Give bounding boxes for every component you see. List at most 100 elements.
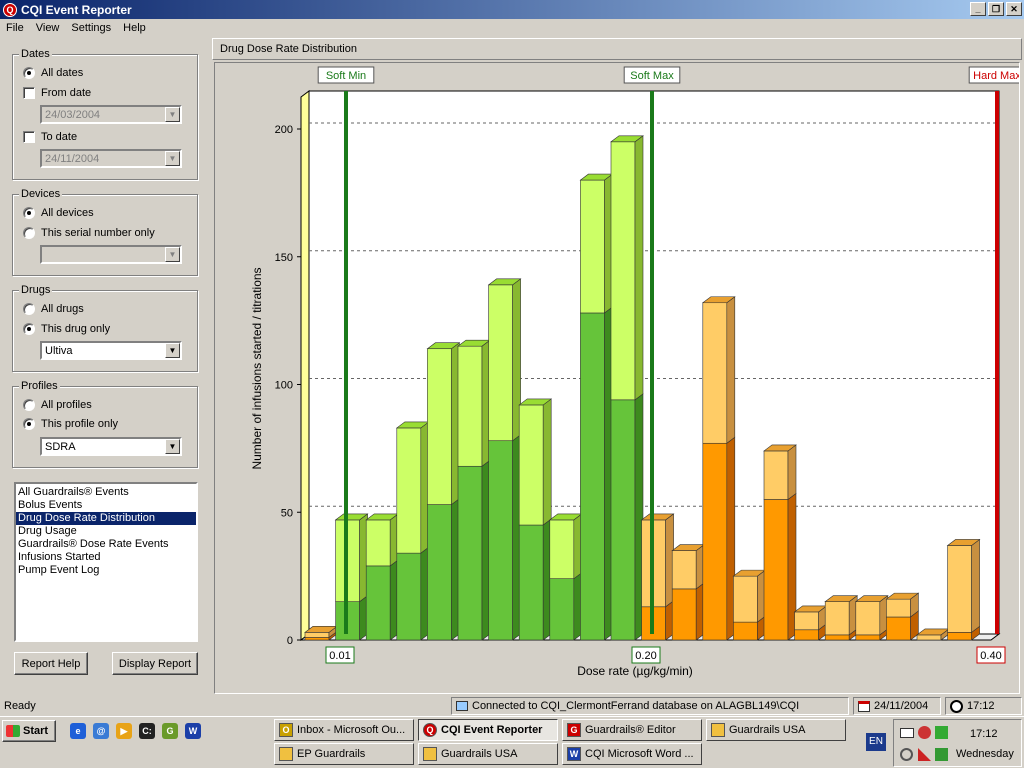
bar-titrations xyxy=(794,611,819,631)
minimize-button[interactable]: _ xyxy=(970,2,986,16)
serial-select[interactable]: ▼ xyxy=(40,245,182,264)
chart-side-wall xyxy=(300,90,310,641)
limit-value: 0.40 xyxy=(980,650,1001,662)
this-drug-option[interactable]: This drug only xyxy=(23,323,110,335)
chevron-down-icon[interactable]: ▼ xyxy=(165,151,180,166)
list-item[interactable]: Drug Dose Rate Distribution xyxy=(16,512,196,525)
status-ready: Ready xyxy=(0,697,450,715)
this-drug-radio[interactable] xyxy=(23,323,35,335)
this-profile-radio[interactable] xyxy=(23,418,35,430)
security-icon[interactable] xyxy=(935,748,948,761)
task-guardrails-editor[interactable]: G Guardrails® Editor xyxy=(562,719,702,741)
restore-button[interactable]: ❐ xyxy=(988,2,1004,16)
dates-group: Dates All dates From date 24/03/2004 ▼ To… xyxy=(12,48,198,180)
chevron-down-icon[interactable]: ▼ xyxy=(165,247,180,262)
drugs-legend: Drugs xyxy=(19,284,53,296)
list-item[interactable]: Infusions Started xyxy=(16,551,196,564)
bar-titrations xyxy=(733,575,758,623)
guardrails-quicklaunch-icon[interactable]: G xyxy=(162,723,178,739)
outlook-icon: O xyxy=(279,723,293,737)
task-editor-label: Guardrails® Editor xyxy=(585,724,676,736)
panel-title: Drug Dose Rate Distribution xyxy=(212,38,1022,60)
devices-legend: Devices xyxy=(19,188,63,200)
sync-icon[interactable] xyxy=(900,748,913,761)
ie-icon[interactable]: e xyxy=(70,723,86,739)
window-title: CQI Event Reporter xyxy=(21,2,132,17)
bar-titrations xyxy=(886,598,911,618)
close-button[interactable]: ✕ xyxy=(1006,2,1022,16)
bar-titrations xyxy=(671,550,697,590)
report-help-button[interactable]: Report Help xyxy=(14,652,88,675)
all-profiles-radio[interactable] xyxy=(23,399,35,411)
list-item[interactable]: Pump Event Log xyxy=(16,564,196,577)
outlook-express-icon[interactable]: @ xyxy=(93,723,109,739)
from-date-picker[interactable]: 24/03/2004 ▼ xyxy=(40,105,182,124)
list-item[interactable]: Guardrails® Dose Rate Events xyxy=(16,538,196,551)
all-drugs-radio[interactable] xyxy=(23,303,35,315)
menu-view[interactable]: View xyxy=(30,22,66,34)
bar-started xyxy=(457,465,483,641)
bar-started xyxy=(886,616,911,641)
calendar-icon xyxy=(858,700,870,712)
task-word[interactable]: W CQI Microsoft Word ... xyxy=(562,743,702,765)
bar-started xyxy=(610,399,636,641)
list-item[interactable]: Drug Usage xyxy=(16,525,196,538)
bar-titrations xyxy=(580,179,605,314)
network-icon[interactable] xyxy=(918,726,931,739)
folder-icon xyxy=(279,747,293,761)
command-prompt-icon[interactable]: C: xyxy=(139,723,155,739)
chevron-down-icon[interactable]: ▼ xyxy=(165,343,180,358)
report-list[interactable]: All Guardrails® Events Bolus Events Drug… xyxy=(14,482,198,642)
serial-option[interactable]: This serial number only xyxy=(23,227,155,239)
menu-bar: File View Settings Help xyxy=(0,19,1024,37)
chart-frame: 0 50 100 150 200 Number of infusions started … xyxy=(214,62,1020,694)
task-inbox[interactable]: O Inbox - Microsoft Ou... xyxy=(274,719,414,741)
menu-settings[interactable]: Settings xyxy=(65,22,117,34)
chevron-down-icon[interactable]: ▼ xyxy=(165,439,180,454)
all-dates-option[interactable]: All dates xyxy=(23,67,83,79)
this-profile-option[interactable]: This profile only xyxy=(23,418,118,430)
menu-help[interactable]: Help xyxy=(117,22,152,34)
to-date-checkbox[interactable] xyxy=(23,131,35,143)
task-cqi-event-reporter[interactable]: Q CQI Event Reporter xyxy=(418,719,558,741)
mail-icon[interactable] xyxy=(900,728,914,738)
limit-label: Soft Max xyxy=(630,70,674,82)
date-text: 24/11/2004 xyxy=(874,700,929,712)
word-quicklaunch-icon[interactable]: W xyxy=(185,723,201,739)
task-usa1-label: Guardrails USA xyxy=(729,724,806,736)
drug-select[interactable]: Ultiva ▼ xyxy=(40,341,182,360)
all-devices-radio[interactable] xyxy=(23,207,35,219)
all-profiles-option[interactable]: All profiles xyxy=(23,399,92,411)
media-player-icon[interactable]: ▶ xyxy=(116,723,132,739)
start-button[interactable]: Start xyxy=(2,720,56,742)
serial-radio[interactable] xyxy=(23,227,35,239)
task-guardrails-usa-1[interactable]: Guardrails USA xyxy=(706,719,846,741)
language-indicator[interactable]: EN xyxy=(866,733,886,751)
to-date-option[interactable]: To date xyxy=(23,131,77,143)
all-dates-radio[interactable] xyxy=(23,67,35,79)
all-profiles-label: All profiles xyxy=(41,399,92,411)
to-date-picker[interactable]: 24/11/2004 ▼ xyxy=(40,149,182,168)
from-date-checkbox[interactable] xyxy=(23,87,35,99)
profiles-legend: Profiles xyxy=(19,380,60,392)
bar-titrations xyxy=(304,632,330,638)
all-devices-option[interactable]: All devices xyxy=(23,207,94,219)
menu-file[interactable]: File xyxy=(0,22,30,34)
profile-select[interactable]: SDRA ▼ xyxy=(40,437,182,456)
volume-icon[interactable] xyxy=(918,748,931,761)
list-item[interactable]: Bolus Events xyxy=(16,499,196,512)
app-logo-icon: Q xyxy=(423,723,437,737)
from-date-option[interactable]: From date xyxy=(23,87,91,99)
chevron-down-icon[interactable]: ▼ xyxy=(165,107,180,122)
bar-started xyxy=(427,504,452,641)
time-text: 17:12 xyxy=(967,700,995,712)
display-report-button[interactable]: Display Report xyxy=(112,652,198,675)
y-tick-label: 0 xyxy=(287,635,293,647)
tray-clock[interactable]: 17:12 xyxy=(970,728,998,740)
task-ep-guardrails[interactable]: EP Guardrails xyxy=(274,743,414,765)
task-guardrails-usa-2[interactable]: Guardrails USA xyxy=(418,743,558,765)
profile-value: SDRA xyxy=(45,440,76,453)
all-drugs-option[interactable]: All drugs xyxy=(23,303,84,315)
list-item[interactable]: All Guardrails® Events xyxy=(16,486,196,499)
printer-icon[interactable] xyxy=(935,726,948,739)
